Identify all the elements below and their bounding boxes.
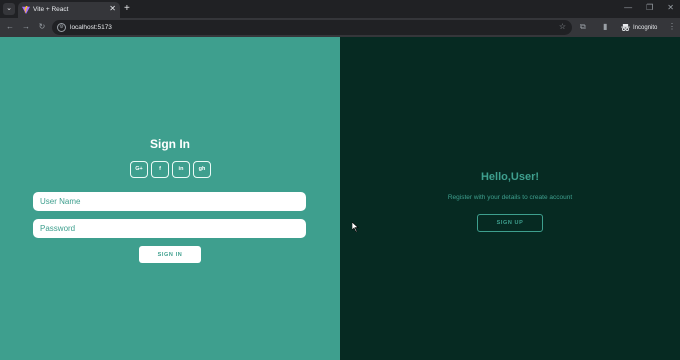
new-tab-icon[interactable]: + xyxy=(124,3,130,14)
password-field[interactable] xyxy=(33,219,306,238)
tab-title: Vite + React xyxy=(33,6,69,13)
social-buttons: G+ f in gh xyxy=(130,161,211,178)
signup-panel: Hello,User! Register with your details t… xyxy=(340,37,680,360)
kebab-menu-icon[interactable]: ⋮ xyxy=(668,21,676,33)
browser-toolbar: ← → ↻ ⚙ localhost:5173 ☆ ⧉ ▮ Incognito ⋮ xyxy=(0,18,680,37)
incognito-label: Incognito xyxy=(633,24,658,31)
page-viewport: Sign In G+ f in gh SIGN IN Hello,User! R… xyxy=(0,37,680,360)
signin-title: Sign In xyxy=(150,137,190,151)
username-field[interactable] xyxy=(33,192,306,211)
signin-panel: Sign In G+ f in gh SIGN IN xyxy=(0,37,340,360)
register-text: Register with your details to create acc… xyxy=(447,194,573,201)
mouse-cursor-icon xyxy=(352,222,359,232)
github-icon[interactable]: gh xyxy=(193,161,211,178)
hello-heading: Hello,User! xyxy=(480,171,540,183)
incognito-icon xyxy=(621,24,630,31)
bookmark-star-icon[interactable]: ☆ xyxy=(559,22,566,32)
browser-tab-strip: ⌄ Vite + React ✕ + — ❐ ✕ xyxy=(0,0,680,18)
window-controls: — ❐ ✕ xyxy=(624,3,674,13)
site-info-icon[interactable]: ⚙ xyxy=(57,23,66,32)
browser-tab[interactable]: Vite + React ✕ xyxy=(18,2,120,18)
close-icon[interactable]: ✕ xyxy=(109,4,116,14)
extensions-icon[interactable]: ⧉ xyxy=(580,21,586,33)
reload-icon[interactable]: ↻ xyxy=(36,21,48,33)
address-bar[interactable]: ⚙ localhost:5173 ☆ xyxy=(52,20,572,35)
signin-button[interactable]: SIGN IN xyxy=(139,246,201,263)
incognito-badge[interactable]: Incognito xyxy=(616,20,662,35)
window-close-icon[interactable]: ✕ xyxy=(667,3,674,13)
forward-icon[interactable]: → xyxy=(20,21,32,33)
signup-button[interactable]: SIGN UP xyxy=(477,214,543,232)
back-icon[interactable]: ← xyxy=(4,21,16,33)
side-panel-icon[interactable]: ▮ xyxy=(603,21,607,33)
url-text[interactable]: localhost:5173 xyxy=(70,23,112,32)
vite-favicon-icon xyxy=(22,6,30,14)
restore-icon[interactable]: ❐ xyxy=(646,3,653,13)
tab-search-icon[interactable]: ⌄ xyxy=(3,3,15,15)
google-plus-icon[interactable]: G+ xyxy=(130,161,148,178)
facebook-icon[interactable]: f xyxy=(151,161,169,178)
minimize-icon[interactable]: — xyxy=(624,3,632,13)
linkedin-icon[interactable]: in xyxy=(172,161,190,178)
